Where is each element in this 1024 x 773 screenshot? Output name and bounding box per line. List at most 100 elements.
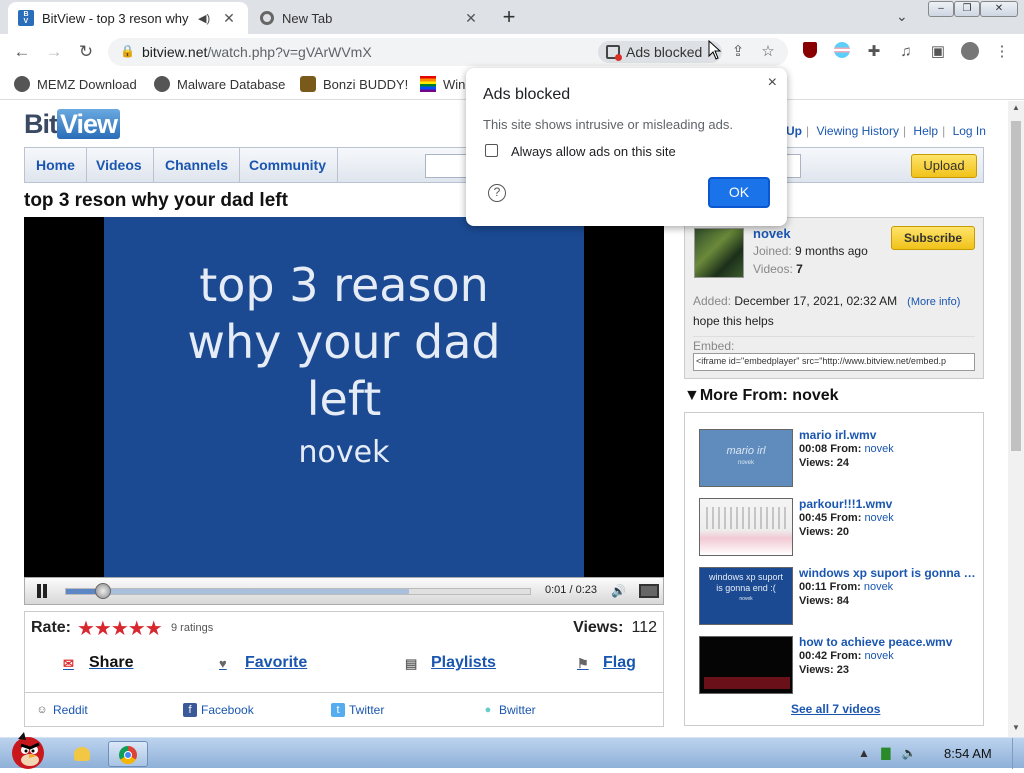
flag-button[interactable]: ⚑ Flag xyxy=(577,654,636,672)
share-icon[interactable]: ⇪ xyxy=(728,42,748,62)
author-link[interactable]: novek xyxy=(864,581,893,593)
bookmark-memz[interactable]: MEMZ Download xyxy=(14,76,137,92)
video-thumbnail[interactable] xyxy=(699,498,793,556)
seek-knob[interactable] xyxy=(95,583,112,599)
tab-bitview[interactable]: BV BitView - top 3 reson why ◀) ✕ xyxy=(8,2,248,34)
volume-icon[interactable]: 🔊 xyxy=(611,584,626,598)
always-allow-label[interactable]: Always allow ads on this site xyxy=(511,144,676,159)
video-link[interactable]: parkour!!!1.wmv xyxy=(799,497,979,511)
seek-bar[interactable] xyxy=(65,583,531,599)
video-thumbnail[interactable]: windows xp suport is gonna end :( novek xyxy=(699,567,793,625)
bookmark-label: Bonzi BUDDY! xyxy=(323,76,409,92)
uploader-avatar[interactable] xyxy=(694,228,744,278)
author-link[interactable]: novek xyxy=(864,443,893,455)
close-window-button[interactable]: ✕ xyxy=(980,1,1018,17)
subscribe-button[interactable]: Subscribe xyxy=(891,226,975,250)
rating-stars[interactable]: ★★★★★ xyxy=(77,616,163,641)
fullscreen-icon[interactable] xyxy=(639,584,659,598)
bookmark-win[interactable]: Win xyxy=(420,76,465,92)
embed-code-field[interactable]: <iframe id="embedplayer" src="http://www… xyxy=(693,353,975,371)
profile-avatar-icon[interactable] xyxy=(960,42,980,62)
reddit-icon: ☺ xyxy=(36,704,48,716)
video-link[interactable]: mario irl.wmv xyxy=(799,428,979,442)
video-link[interactable]: how to achieve peace.wmv xyxy=(799,635,979,649)
nav-home[interactable]: Home xyxy=(25,148,87,182)
extensions-puzzle-icon[interactable]: ✚ xyxy=(864,42,884,62)
close-icon[interactable]: × xyxy=(768,74,777,92)
video-link[interactable]: windows xp suport is gonna end :( xyxy=(799,566,979,580)
reload-button[interactable]: ↻ xyxy=(74,41,98,65)
tab-close-icon[interactable]: ✕ xyxy=(462,10,480,27)
playlists-button[interactable]: ▤ Playlists xyxy=(405,654,496,672)
nav-channels[interactable]: Channels xyxy=(154,148,241,182)
tab-close-icon[interactable]: ✕ xyxy=(220,10,238,27)
side-panel-icon[interactable]: ▣ xyxy=(928,42,948,62)
help-icon[interactable]: ? xyxy=(488,184,506,202)
author-link[interactable]: novek xyxy=(864,512,893,524)
speaker-icon[interactable]: ◀) xyxy=(198,12,214,25)
share-targets: ☺ Reddit f Facebook t Twitter ● Bwitter xyxy=(25,692,663,726)
share-twitter[interactable]: t Twitter xyxy=(331,703,384,717)
video-thumbnail[interactable]: mario irl novek xyxy=(699,429,793,487)
list-item[interactable]: parkour!!!1.wmv 00:45 From: novek Views:… xyxy=(699,497,983,558)
forward-button[interactable]: → xyxy=(42,41,66,65)
back-button[interactable]: ← xyxy=(10,41,34,65)
video-thumbnail[interactable] xyxy=(699,636,793,694)
log-in-link[interactable]: Log In xyxy=(953,124,986,138)
angry-bird-start-icon[interactable] xyxy=(4,729,50,769)
share-bwitter[interactable]: ● Bwitter xyxy=(481,703,536,717)
video-player[interactable]: top 3 reason why your dad left novek xyxy=(24,217,664,577)
minimize-button[interactable]: – xyxy=(928,1,954,17)
share-button[interactable]: ✉ Share xyxy=(63,654,133,672)
nav-community[interactable]: Community xyxy=(238,148,338,182)
taskbar-explorer-icon[interactable] xyxy=(62,741,102,767)
bookmark-malware-db[interactable]: Malware Database xyxy=(154,76,285,92)
network-icon[interactable]: ▇ xyxy=(881,746,890,760)
more-from-heading[interactable]: ▼More From: novek xyxy=(684,387,839,405)
taskbar-clock[interactable]: 8:54 AM xyxy=(944,746,992,761)
tab-title: BitView - top 3 reson why xyxy=(42,10,189,26)
sign-up-link[interactable]: Up xyxy=(786,124,802,138)
pause-icon[interactable] xyxy=(35,584,49,598)
ads-blocked-chip[interactable]: Ads blocked xyxy=(598,41,722,63)
maximize-button[interactable]: ❐ xyxy=(954,1,980,17)
menu-kebab-icon[interactable]: ⋮ xyxy=(992,42,1012,62)
show-desktop-button[interactable] xyxy=(1012,738,1024,769)
viewing-history-link[interactable]: Viewing History xyxy=(816,124,898,138)
page-scrollbar[interactable]: ▲ ▼ xyxy=(1008,101,1024,737)
extension-flag-icon[interactable] xyxy=(832,42,852,62)
scroll-down-arrow[interactable]: ▼ xyxy=(1012,723,1020,732)
see-all-videos-link[interactable]: See all 7 videos xyxy=(791,702,880,716)
taskbar-chrome-icon[interactable] xyxy=(108,741,148,767)
always-allow-checkbox[interactable] xyxy=(485,144,498,157)
more-info-link[interactable]: (More info) xyxy=(907,296,960,308)
favorite-button[interactable]: ♥ Favorite xyxy=(219,654,307,672)
list-item[interactable]: how to achieve peace.wmv 00:42 From: nov… xyxy=(699,635,983,696)
help-link[interactable]: Help xyxy=(913,124,938,138)
uploader-name[interactable]: novek xyxy=(753,226,791,241)
volume-tray-icon[interactable]: 🔈 xyxy=(902,746,917,760)
bookmark-bonzi[interactable]: Bonzi BUDDY! xyxy=(300,76,408,92)
tab-new-tab[interactable]: New Tab ✕ xyxy=(250,2,490,34)
tray-expand-icon[interactable]: ▲ xyxy=(858,746,870,760)
ublock-icon[interactable] xyxy=(800,42,820,62)
twitter-icon: t xyxy=(331,703,345,717)
share-facebook[interactable]: f Facebook xyxy=(183,703,254,717)
list-item[interactable]: windows xp suport is gonna end :( novek … xyxy=(699,566,983,627)
tab-search-icon[interactable]: ⌄ xyxy=(896,8,908,25)
scrollbar-thumb[interactable] xyxy=(1011,121,1021,451)
video-views: Views: 84 xyxy=(799,595,849,607)
author-link[interactable]: novek xyxy=(864,650,893,662)
media-control-icon[interactable]: ♫ xyxy=(896,42,916,62)
address-bar[interactable]: 🔒 bitview.net/watch.php?v=gVArWVmX Ads b… xyxy=(108,38,788,66)
upload-button[interactable]: Upload xyxy=(911,154,977,178)
scroll-up-arrow[interactable]: ▲ xyxy=(1012,103,1020,112)
share-reddit[interactable]: ☺ Reddit xyxy=(35,703,87,717)
lock-icon[interactable]: 🔒 xyxy=(120,44,135,58)
bitview-logo[interactable]: Bit View xyxy=(24,109,121,140)
ok-button[interactable]: OK xyxy=(708,177,770,208)
list-item[interactable]: mario irl novek mario irl.wmv 00:08 From… xyxy=(699,428,983,489)
new-tab-button[interactable]: + xyxy=(497,6,521,30)
bookmark-star-icon[interactable]: ☆ xyxy=(758,42,778,62)
nav-videos[interactable]: Videos xyxy=(85,148,154,182)
